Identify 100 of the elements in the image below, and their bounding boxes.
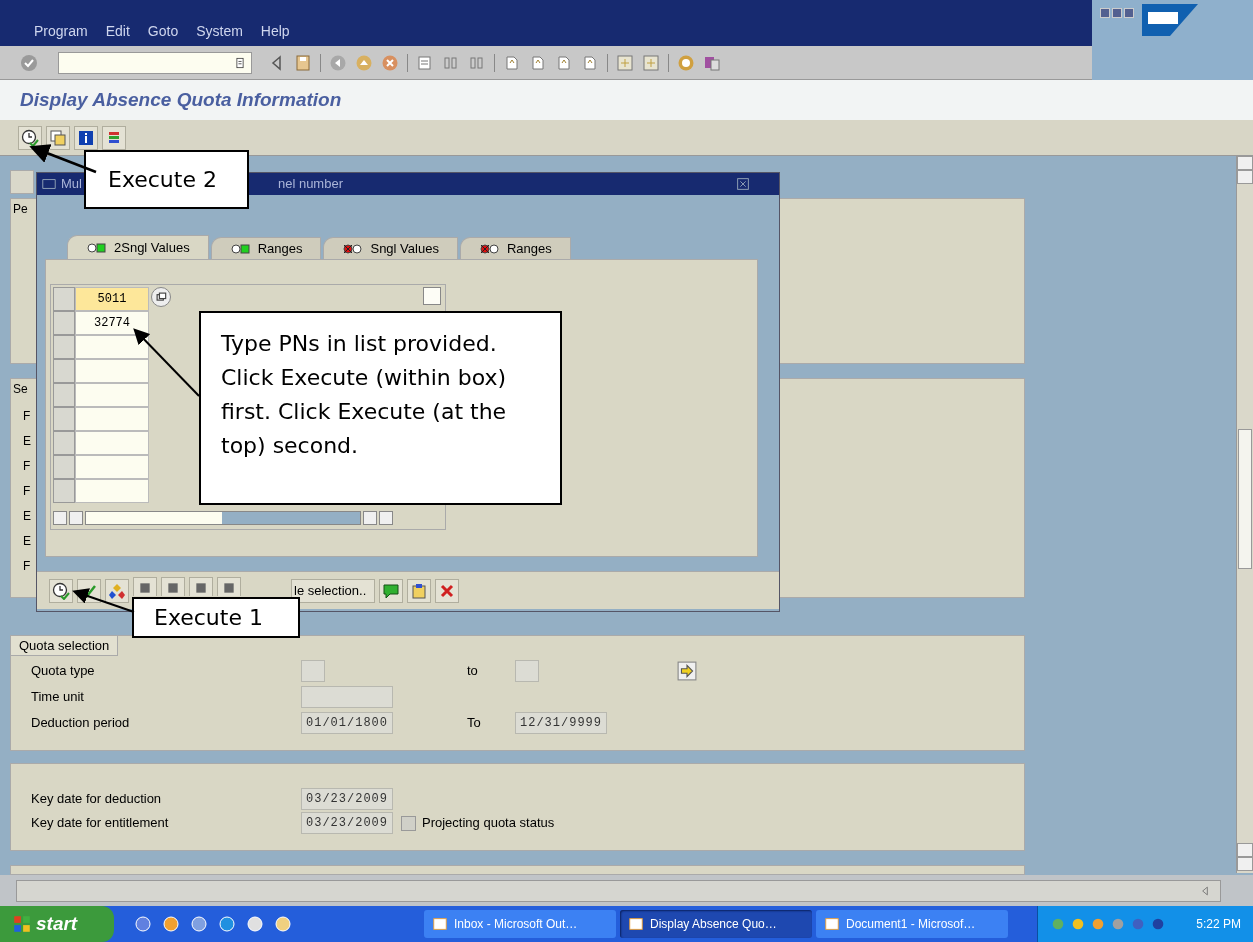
scroll-left-button[interactable]	[363, 511, 377, 525]
windows-icon	[154, 290, 168, 304]
close-icon[interactable]	[1124, 8, 1134, 18]
value-cell[interactable]	[75, 479, 149, 503]
group-title: Quota selection	[11, 636, 119, 656]
row-selector[interactable]	[53, 287, 75, 311]
callout-arrow	[72, 588, 135, 613]
next-button[interactable]	[677, 661, 697, 681]
execute-button[interactable]	[18, 125, 42, 150]
toolbar-button[interactable]	[161, 577, 185, 596]
options-button[interactable]	[105, 578, 129, 603]
minimize-icon[interactable]	[1100, 8, 1110, 18]
value-cell[interactable]	[75, 407, 149, 431]
scroll-down-button[interactable]	[1237, 857, 1253, 871]
row-selector[interactable]	[53, 407, 75, 431]
tab[interactable]: Ranges	[459, 237, 571, 259]
cancel-button[interactable]	[435, 578, 460, 603]
start-button[interactable]: start	[0, 906, 114, 942]
row-selector[interactable]	[53, 431, 75, 455]
print-icon[interactable]	[416, 53, 434, 72]
scroll-right-button[interactable]	[69, 511, 83, 525]
cancel-icon[interactable]	[381, 53, 399, 72]
input-field[interactable]	[515, 660, 539, 682]
tray-icon[interactable]	[1130, 916, 1146, 932]
info-button[interactable]	[74, 125, 98, 150]
tray-icon[interactable]	[1070, 916, 1086, 932]
menu-item[interactable]: Goto	[147, 21, 179, 42]
value-cell[interactable]	[75, 455, 149, 479]
value-cell[interactable]	[75, 359, 149, 383]
menu-item[interactable]: Edit	[105, 21, 130, 42]
scrollbar-thumb[interactable]	[1238, 428, 1252, 569]
variant-button[interactable]	[46, 125, 70, 150]
clock: 5:22 PM	[1196, 916, 1241, 933]
row-selector[interactable]	[53, 335, 75, 359]
input-field[interactable]: 01/01/1800	[301, 712, 393, 734]
input-field[interactable]: 12/31/9999	[515, 712, 607, 734]
tab[interactable]: Ranges	[210, 237, 322, 259]
toolbar-button[interactable]	[217, 577, 241, 596]
tab[interactable]: 2Sngl Values	[67, 235, 209, 259]
toolbar-button[interactable]	[133, 577, 157, 596]
row-selector[interactable]	[53, 311, 75, 335]
exit-icon[interactable]	[355, 53, 373, 72]
input-field[interactable]: 03/23/2009	[301, 812, 393, 834]
checkbox-label: Projecting quota status	[422, 814, 555, 833]
row-selector[interactable]	[53, 383, 75, 407]
maximize-icon[interactable]	[1112, 8, 1122, 18]
last-page-icon[interactable]	[581, 53, 599, 72]
info-icon	[77, 128, 95, 147]
next-page-icon[interactable]	[555, 53, 573, 72]
field-label: Time unit	[31, 688, 85, 707]
scroll-down-button[interactable]	[1237, 170, 1253, 184]
paste-button[interactable]	[407, 578, 432, 603]
tray-icon[interactable]	[1150, 916, 1166, 932]
row-selector[interactable]	[53, 479, 75, 503]
input-field[interactable]: 03/23/2009	[301, 788, 393, 810]
window-icon	[432, 916, 448, 932]
taskbar-button[interactable]: Document1 - Microsof…	[816, 910, 1008, 938]
checkbox[interactable]	[401, 815, 416, 831]
row-selector[interactable]	[53, 455, 75, 479]
close-icon[interactable]	[735, 176, 751, 192]
toolbar-button[interactable]	[189, 577, 213, 596]
value-cell[interactable]	[75, 383, 149, 407]
field-label: Deduction period	[31, 714, 131, 733]
tray-icon[interactable]	[1090, 916, 1106, 932]
row-selector[interactable]	[53, 359, 75, 383]
scroll-up-button[interactable]	[1237, 843, 1253, 857]
dialog-title: nel number	[277, 175, 343, 194]
value-cell[interactable]	[75, 431, 149, 455]
field-label: F	[23, 408, 31, 425]
check-icon[interactable]	[20, 53, 38, 72]
back-icon[interactable]	[329, 53, 347, 72]
first-page-icon[interactable]	[503, 53, 521, 72]
value-cell[interactable]	[75, 335, 149, 359]
square-icon	[194, 581, 208, 595]
menu-item[interactable]: System	[196, 21, 243, 42]
scrollbar-thumb[interactable]	[86, 512, 222, 524]
legend-button[interactable]	[102, 125, 126, 150]
input-field[interactable]	[301, 660, 325, 682]
comment-button[interactable]	[379, 578, 404, 603]
command-field[interactable]	[58, 51, 252, 74]
execute-button[interactable]	[49, 578, 73, 603]
save-icon[interactable]	[294, 53, 312, 72]
scrollbar-thumb[interactable]	[423, 287, 441, 305]
value-cell[interactable]: 5011	[75, 287, 149, 311]
taskbar-button[interactable]: Inbox - Microsoft Out…	[424, 910, 616, 938]
scroll-left-button[interactable]	[53, 511, 67, 525]
value-cell[interactable]: 32774	[75, 311, 149, 335]
menu-item[interactable]: Program	[34, 21, 88, 42]
group-tab[interactable]	[10, 170, 34, 194]
multiple-select-button[interactable]	[151, 287, 171, 307]
execute-icon	[52, 581, 70, 600]
scroll-up-button[interactable]	[1237, 156, 1253, 170]
scroll-right-button[interactable]	[379, 511, 393, 525]
input-field[interactable]	[301, 686, 393, 708]
menu-item[interactable]: Help	[260, 21, 290, 42]
selection-button[interactable]: le selection..	[291, 578, 376, 603]
square-icon	[138, 581, 152, 595]
taskbar-button[interactable]: Display Absence Quo…	[620, 910, 812, 938]
tab[interactable]: Sngl Values	[323, 237, 458, 259]
previous-page-icon[interactable]	[529, 53, 547, 72]
